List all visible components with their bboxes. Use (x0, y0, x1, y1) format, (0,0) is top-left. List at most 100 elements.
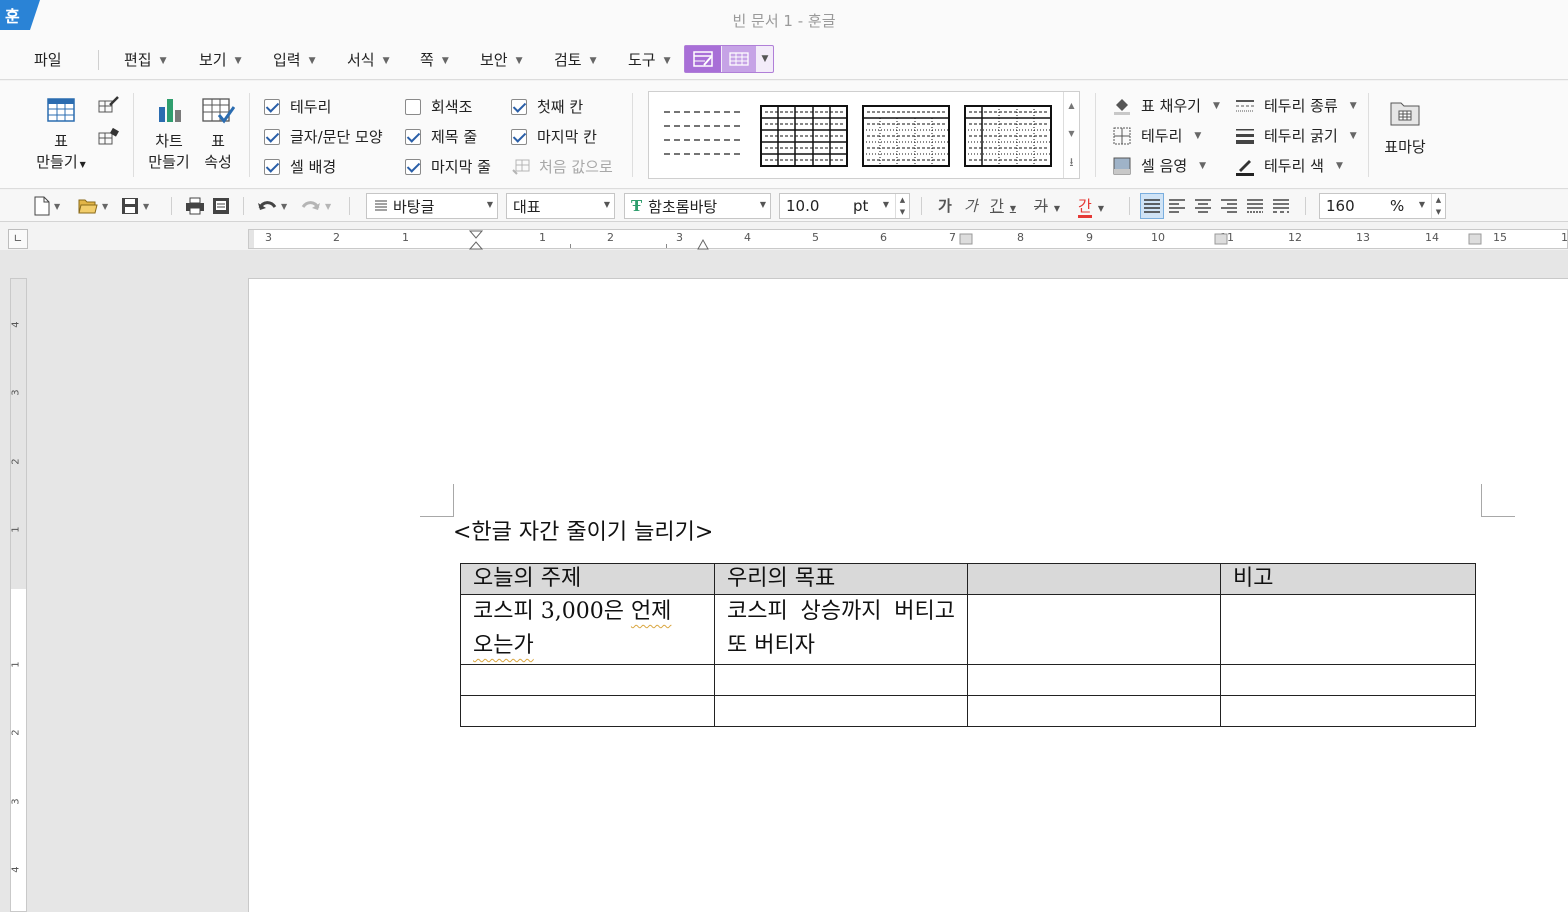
ruler-label: 4 (10, 321, 22, 328)
ribbon-separator (249, 93, 250, 177)
table-style-dashed[interactable] (659, 104, 749, 168)
align-center-button[interactable] (1194, 195, 1212, 217)
check-last-row[interactable]: 마지막 줄 (405, 156, 491, 177)
print-preview-button[interactable] (212, 195, 230, 217)
align-justify-button[interactable] (1140, 193, 1164, 219)
table-cell[interactable] (967, 664, 1221, 696)
undo-button[interactable]: ▼ (257, 195, 287, 217)
table-cell[interactable] (460, 695, 715, 727)
cell-shade-button[interactable]: 셀 음영 ▼ (1111, 155, 1206, 176)
expand-gallery-icon[interactable]: ⭳ (1064, 148, 1079, 176)
make-chart-button[interactable]: 차트 만들기 (144, 95, 194, 173)
open-document-button[interactable]: ▼ (78, 195, 108, 217)
table-cell[interactable]: 우리의 목표 (714, 563, 968, 595)
table-cell[interactable] (1220, 594, 1476, 665)
paragraph-style-select[interactable]: 바탕글 ▼ (366, 193, 498, 219)
text-color-button[interactable]: 간 ▼ (1078, 195, 1104, 218)
menu-tools[interactable]: 도구 ▼ (628, 49, 671, 70)
first-line-indent-marker[interactable] (469, 230, 483, 250)
table-cell[interactable] (460, 664, 715, 696)
chevron-down-icon: ▼ (143, 201, 150, 211)
table-cell[interactable] (1220, 664, 1476, 696)
check-char-para-shape[interactable]: 글자/문단 모양 (264, 126, 383, 147)
ruler-label: 15 (1493, 231, 1507, 244)
border-width-button[interactable]: 테두리 굵기 ▼ (1234, 125, 1357, 146)
table-yard-button[interactable]: 표마당 (1380, 99, 1430, 158)
table-properties-icon (202, 98, 236, 124)
table-style-dotted[interactable] (861, 104, 951, 168)
table-cell[interactable] (967, 563, 1221, 595)
table-design-tab[interactable] (685, 46, 721, 72)
menu-edit[interactable]: 편집 ▼ (124, 49, 167, 70)
document-table[interactable]: 오늘의 주제 우리의 목표 비고 코스피 3,000은 언제 오는가 코스피 상승… (460, 563, 1476, 727)
print-button[interactable] (185, 195, 205, 217)
horizontal-ruler[interactable]: 3 2 1 1 2 3 4 5 6 7 8 9 10 11 12 13 14 1… (248, 229, 1568, 250)
table-cell[interactable]: 오늘의 주제 (460, 563, 715, 595)
new-document-button[interactable]: ▼ (34, 195, 60, 217)
table-style-grid[interactable] (759, 104, 849, 168)
right-indent-marker[interactable] (697, 238, 709, 250)
table-cell[interactable] (714, 695, 968, 727)
chevron-up-icon[interactable]: ▲ (1064, 92, 1079, 120)
make-table-label-1: 표 (54, 132, 68, 150)
column-border-marker[interactable] (959, 233, 973, 245)
chevron-down-icon[interactable]: ▼ (757, 46, 773, 72)
font-select[interactable]: Ŧ 함초롬바탕 ▼ (624, 193, 771, 219)
font-size-input[interactable]: 10.0 pt ▼ ▲ ▼ (779, 193, 910, 219)
border-color-button[interactable]: 테두리 색 ▼ (1234, 155, 1343, 176)
check-grayscale[interactable]: 회색조 (405, 96, 472, 117)
menu-file[interactable]: 파일 (34, 49, 62, 70)
check-border[interactable]: 테두리 (264, 96, 331, 117)
save-button[interactable]: ▼ (121, 195, 149, 217)
align-left-button[interactable] (1168, 195, 1186, 217)
strikethrough-button[interactable]: 가 ▼ (1034, 195, 1060, 216)
zoom-spinner[interactable]: ▲ ▼ (1431, 194, 1445, 218)
menu-view[interactable]: 보기 ▼ (199, 49, 242, 70)
menu-page[interactable]: 쪽 ▼ (420, 49, 449, 70)
erase-table-button[interactable] (98, 127, 120, 153)
align-right-button[interactable] (1220, 195, 1238, 217)
font-size-spinner[interactable]: ▲ ▼ (895, 194, 909, 218)
menu-insert[interactable]: 입력 ▼ (273, 49, 316, 70)
draw-table-button[interactable] (98, 95, 120, 121)
chevron-down-icon[interactable]: ▼ (1064, 120, 1079, 148)
language-select[interactable]: 대표 ▼ (506, 193, 615, 219)
check-title-row[interactable]: 제목 줄 (405, 126, 477, 147)
table-cell[interactable]: 비고 (1220, 563, 1476, 595)
menu-review[interactable]: 검토 ▼ (554, 49, 597, 70)
check-cell-background[interactable]: 셀 배경 (264, 156, 336, 177)
column-border-marker[interactable] (1468, 233, 1482, 245)
align-divide-button[interactable] (1272, 195, 1290, 217)
vertical-ruler[interactable]: 4 3 2 1 1 2 3 4 (10, 278, 27, 912)
column-border-marker[interactable] (1214, 233, 1228, 245)
underline-button[interactable]: 간 ▼ (990, 195, 1016, 216)
redo-button[interactable]: ▼ (301, 195, 331, 217)
check-last-column[interactable]: 마지막 칸 (511, 126, 597, 147)
table-cell[interactable] (1220, 695, 1476, 727)
table-cell[interactable] (714, 664, 968, 696)
border-type-button[interactable]: 테두리 종류 ▼ (1234, 95, 1357, 116)
table-cell[interactable]: 코스피 3,000은 언제 오는가 (460, 594, 715, 665)
table-fill-button[interactable]: 표 채우기 ▼ (1111, 95, 1220, 116)
italic-button[interactable]: 가 (964, 195, 978, 216)
table-layout-tab[interactable] (722, 46, 756, 72)
table-cell[interactable] (967, 695, 1221, 727)
menu-security[interactable]: 보안 ▼ (480, 49, 523, 70)
document-heading[interactable]: <한글 자간 줄이기 늘리기> (453, 514, 713, 546)
table-style-header-grid[interactable] (963, 104, 1053, 168)
gallery-scroll[interactable]: ▲ ▼ ⭳ (1063, 92, 1079, 178)
menu-format[interactable]: 서식 ▼ (347, 49, 390, 70)
zoom-input[interactable]: 160 % ▼ ▲ ▼ (1319, 193, 1446, 219)
tab-type-selector[interactable]: ∟ (8, 229, 28, 249)
table-icon (47, 98, 75, 122)
make-table-button[interactable]: 표 만들기 ▼ (36, 95, 86, 175)
table-cell[interactable] (967, 594, 1221, 665)
border-type-icon (1234, 96, 1256, 116)
reset-defaults-button[interactable]: 처음 값으로 (511, 156, 613, 177)
table-properties-button[interactable]: 표 속성 (196, 95, 240, 173)
check-first-column[interactable]: 첫째 칸 (511, 96, 583, 117)
bold-button[interactable]: 가 (938, 195, 952, 216)
align-distribute-button[interactable] (1246, 195, 1264, 217)
table-cell[interactable]: 코스피 상승까지 버티고 또 버티자 (714, 594, 968, 665)
border-button[interactable]: 테두리 ▼ (1111, 125, 1201, 146)
